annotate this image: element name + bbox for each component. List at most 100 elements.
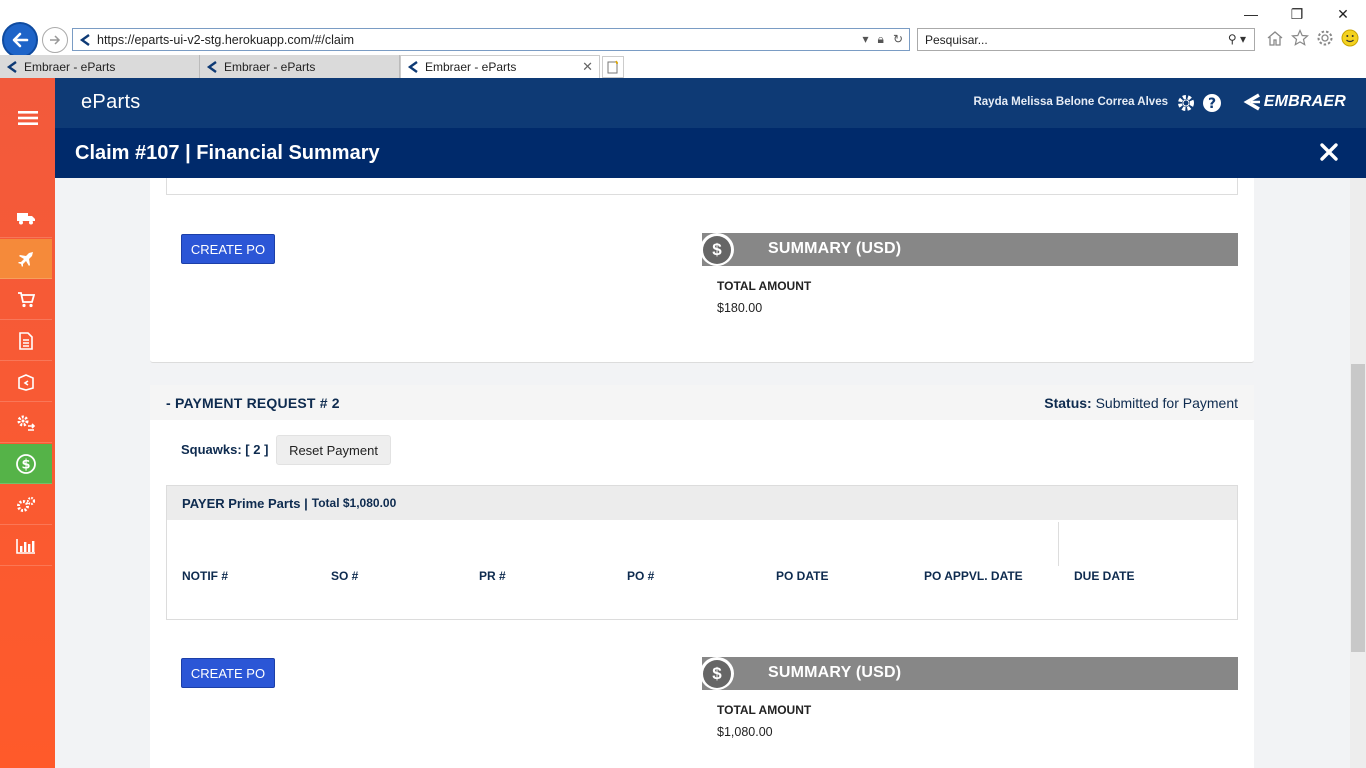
payment-status: Status: Submitted for Payment [1044, 395, 1238, 411]
total-amount-value: $1,080.00 [717, 725, 773, 739]
gears-exchange-icon [17, 415, 36, 431]
table-header-row: NOTIF # SO # PR # PO # PO DATE PO APPVL.… [182, 569, 1232, 583]
create-po-button[interactable]: CREATE PO [181, 234, 275, 264]
dollar-circle-icon: $ [16, 453, 36, 474]
arrow-right-icon [50, 35, 61, 45]
new-tab-icon [607, 60, 618, 74]
hamburger-menu-button[interactable] [0, 98, 55, 138]
bar-chart-icon [16, 538, 35, 554]
arrow-left-icon [12, 32, 29, 48]
eparts-logo[interactable]: eParts [81, 91, 141, 114]
embraer-brand: EMBRAER [1241, 93, 1346, 111]
sidebar-item-documents[interactable] [0, 321, 52, 361]
sidebar-item-settings[interactable] [0, 485, 52, 525]
star-icon[interactable] [1291, 29, 1309, 47]
dollar-icon: $ [703, 659, 731, 688]
payer-header: PAYER Prime Parts | Total $1,080.00 [167, 486, 1237, 520]
home-icon[interactable] [1266, 29, 1284, 47]
tab-label: Embraer - eParts [224, 59, 316, 74]
payment-request-title[interactable]: - PAYMENT REQUEST # 2 [166, 395, 340, 411]
payer-table: PAYER Prime Parts | Total $1,080.00 NOTI… [166, 485, 1238, 620]
truck-icon [17, 212, 35, 224]
user-name[interactable]: Rayda Melissa Belone Correa Alves [973, 96, 1168, 108]
settings-gear-icon[interactable] [1316, 29, 1334, 47]
refresh-icon[interactable]: ↻ [893, 32, 903, 47]
status-label: Status: [1044, 395, 1092, 411]
embraer-favicon-icon [79, 33, 90, 46]
column-header: SO # [331, 569, 359, 583]
url-text: https://eparts-ui-v2-stg.herokuapp.com/#… [97, 32, 355, 47]
dollar-badge: $ [700, 233, 734, 266]
box-return-icon [18, 373, 34, 391]
address-bar[interactable]: https://eparts-ui-v2-stg.herokuapp.com/#… [72, 28, 910, 51]
search-icon[interactable]: ⚲ ▾ [1228, 32, 1246, 46]
brand-name: EMBRAER [1263, 93, 1346, 110]
column-header: PO # [627, 569, 655, 583]
cogs-icon [17, 496, 36, 512]
browser-chrome: — ❐ ✕ https://eparts-ui-v2-stg.herokuapp… [0, 0, 1366, 78]
tab-label: Embraer - eParts [425, 60, 517, 74]
airplane-icon [18, 251, 33, 267]
status-value: Submitted for Payment [1095, 395, 1238, 411]
sidebar-item-aircraft[interactable] [0, 239, 52, 279]
minimize-button[interactable]: — [1228, 0, 1274, 28]
settings-gear-icon[interactable] [1176, 93, 1196, 113]
dropdown-icon[interactable]: ▾ [863, 32, 869, 47]
sidebar-item-reports[interactable] [0, 526, 52, 566]
column-header: PO DATE [776, 569, 829, 583]
column-header: NOTIF # [182, 569, 229, 583]
payer-total: Total $1,080.00 [311, 496, 397, 510]
search-placeholder: Pesquisar... [925, 32, 988, 47]
column-header: PO APPVL. DATE [924, 569, 1023, 583]
lock-icon[interactable]: 🔒︎ [878, 32, 884, 47]
tab-label: Embraer - eParts [24, 59, 116, 74]
app-sidebar: $ [0, 78, 55, 768]
main-content: CREATE PO $ SUMMARY (USD) TOTAL AMOUNT $… [55, 178, 1350, 768]
page-title-bar: Claim #107 | Financial Summary [55, 128, 1366, 178]
sidebar-item-financial[interactable]: $ [0, 444, 52, 484]
payer-table-bottom [166, 178, 1238, 195]
total-amount-label: TOTAL AMOUNT [717, 703, 812, 717]
app-header: eParts Rayda Melissa Belone Correa Alves… [55, 78, 1366, 128]
back-button[interactable] [2, 22, 38, 58]
new-tab-button[interactable] [602, 56, 624, 78]
payment-request-header[interactable]: - PAYMENT REQUEST # 2 Status: Submitted … [150, 385, 1254, 420]
browser-tab[interactable]: Embraer - eParts [0, 55, 200, 78]
squawks-count: Squawks: [ 2 ] [181, 442, 269, 457]
page-title: Claim #107 | Financial Summary [75, 142, 380, 164]
browser-tabs: Embraer - eParts Embraer - eParts Embrae… [0, 55, 624, 78]
column-header: PR # [479, 569, 506, 583]
payment-request-card: Squawks: [ 2 ] Reset Payment PAYER Prime… [150, 420, 1254, 768]
browser-tab-active[interactable]: Embraer - eParts ✕ [400, 55, 600, 78]
browser-tab[interactable]: Embraer - eParts [200, 55, 400, 78]
browser-search-input[interactable]: Pesquisar... ⚲ ▾ [917, 28, 1255, 51]
sidebar-item-logistics[interactable] [0, 198, 52, 238]
sidebar-item-exchange[interactable] [0, 403, 52, 443]
svg-text:?: ? [1208, 96, 1216, 112]
sidebar-item-orders[interactable] [0, 280, 52, 320]
restore-button[interactable]: ❐ [1274, 0, 1320, 28]
embraer-favicon-icon [206, 60, 217, 73]
payment-request-card: CREATE PO $ SUMMARY (USD) TOTAL AMOUNT $… [150, 178, 1254, 363]
embraer-favicon-icon [407, 61, 418, 73]
close-tab-icon[interactable]: ✕ [582, 59, 593, 75]
column-header: DUE DATE [1074, 569, 1135, 583]
close-window-button[interactable]: ✕ [1320, 0, 1366, 28]
embraer-favicon-icon [6, 60, 17, 73]
column-divider [1058, 522, 1059, 566]
forward-button[interactable] [42, 27, 68, 53]
window-controls: — ❐ ✕ [1228, 0, 1366, 28]
dollar-badge: $ [700, 657, 734, 690]
reset-payment-button[interactable]: Reset Payment [276, 435, 391, 465]
hamburger-icon [17, 111, 38, 125]
create-po-button[interactable]: CREATE PO [181, 658, 275, 688]
total-amount-value: $180.00 [717, 301, 763, 315]
embraer-logo-icon [1243, 93, 1260, 111]
help-icon[interactable]: ? [1202, 93, 1222, 113]
sidebar-item-returns[interactable] [0, 362, 52, 402]
scrollbar-thumb[interactable] [1351, 364, 1365, 652]
smiley-feedback-icon[interactable] [1341, 29, 1359, 47]
close-icon[interactable] [1318, 141, 1340, 163]
address-tools: ▾ 🔒︎ ↻ [863, 32, 903, 47]
svg-text:$: $ [21, 457, 30, 472]
